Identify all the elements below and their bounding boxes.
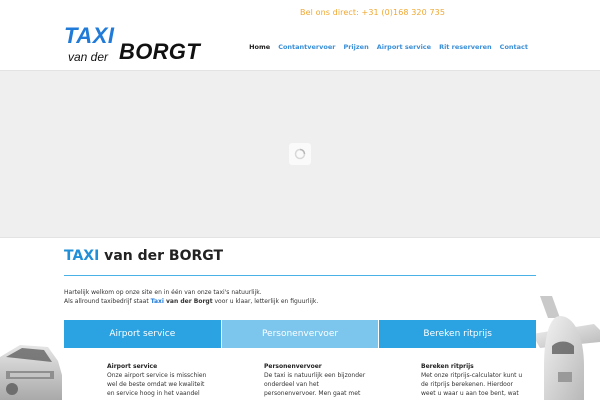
intro-paragraph: Hartelijk welkom op onze site en in één … — [64, 288, 318, 306]
airplane-image — [532, 296, 600, 400]
nav-contantvervoer[interactable]: Contantvervoer — [274, 42, 339, 52]
site-logo[interactable]: TAXI van der BORGT — [64, 25, 214, 67]
nav-rit-reserveren[interactable]: Rit reserveren — [435, 42, 496, 52]
intro-line-2-taxi: Taxi — [150, 298, 164, 305]
phone-contact[interactable]: Bel ons direct: +31 (0)168 320 735 — [300, 8, 445, 17]
nav-prijzen[interactable]: Prijzen — [339, 42, 372, 52]
nav-home[interactable]: Home — [245, 42, 274, 52]
intro-line-1: Hartelijk welkom op onze site en in één … — [64, 289, 262, 296]
tab-personenvervoer[interactable]: Personenvervoer — [220, 320, 379, 348]
column-text-line: en service hoog in het vaandel — [107, 390, 200, 397]
title-divider — [64, 275, 536, 276]
tab-bereken-ritprijs[interactable]: Bereken ritprijs — [378, 320, 537, 348]
column-title: Airport service — [107, 363, 158, 370]
column-text-line: onderdeel van het — [264, 381, 319, 388]
page-title-accent: TAXI — [64, 248, 100, 264]
column-text-line: Onze airport service is misschien — [107, 372, 207, 379]
column-personenvervoer: Personenvervoer De taxi is natuurlijk ee… — [264, 362, 379, 398]
page-title-rest: van der BORGT — [99, 248, 224, 264]
logo-borgt-text: BORGT — [119, 39, 200, 64]
nav-airport-service[interactable]: Airport service — [373, 42, 435, 52]
page-title: TAXI van der BORGT — [64, 247, 223, 265]
nav-contact[interactable]: Contact — [496, 42, 532, 52]
taxi-car-image — [0, 345, 62, 400]
intro-line-2-a: Als allround taxibedrijf staat — [64, 298, 151, 305]
main-nav: Home Contantvervoer Prijzen Airport serv… — [245, 42, 532, 52]
column-text-line: Met onze ritprijs-calculator kunt u — [421, 372, 523, 379]
column-airport-service: Airport service Onze airport service is … — [107, 362, 222, 398]
hero-slider[interactable] — [0, 70, 600, 238]
column-title: Bereken ritprijs — [421, 363, 474, 370]
service-tabs: Airport service Personenvervoer Bereken … — [64, 320, 537, 348]
column-title: Personenvervoer — [264, 363, 322, 370]
intro-line-2-d: voor u klaar, letterlijk en figuurlijk. — [212, 298, 319, 305]
column-text-line: de ritprijs berekenen. Hierdoor — [421, 381, 513, 388]
intro-line-2-name: van der Borgt — [163, 298, 213, 305]
column-text-line: wel de beste omdat we kwaliteit — [107, 381, 205, 388]
site-header: Bel ons direct: +31 (0)168 320 735 TAXI … — [0, 0, 600, 70]
logo-vander-text: van der — [68, 50, 109, 64]
intro-line-2: Als allround taxibedrijf staat Taxi van … — [64, 297, 318, 306]
column-text-line: weet u waar u aan toe bent, wat — [421, 390, 519, 397]
column-text-line: personenvervoer. Men gaat met — [264, 390, 361, 397]
column-bereken-ritprijs: Bereken ritprijs Met onze ritprijs-calcu… — [421, 362, 536, 398]
loading-spinner-icon — [289, 143, 311, 165]
column-text-line: De taxi is natuurlijk een bijzonder — [264, 372, 366, 379]
tab-airport-service[interactable]: Airport service — [64, 320, 221, 348]
logo-taxi-text: TAXI — [64, 23, 115, 48]
